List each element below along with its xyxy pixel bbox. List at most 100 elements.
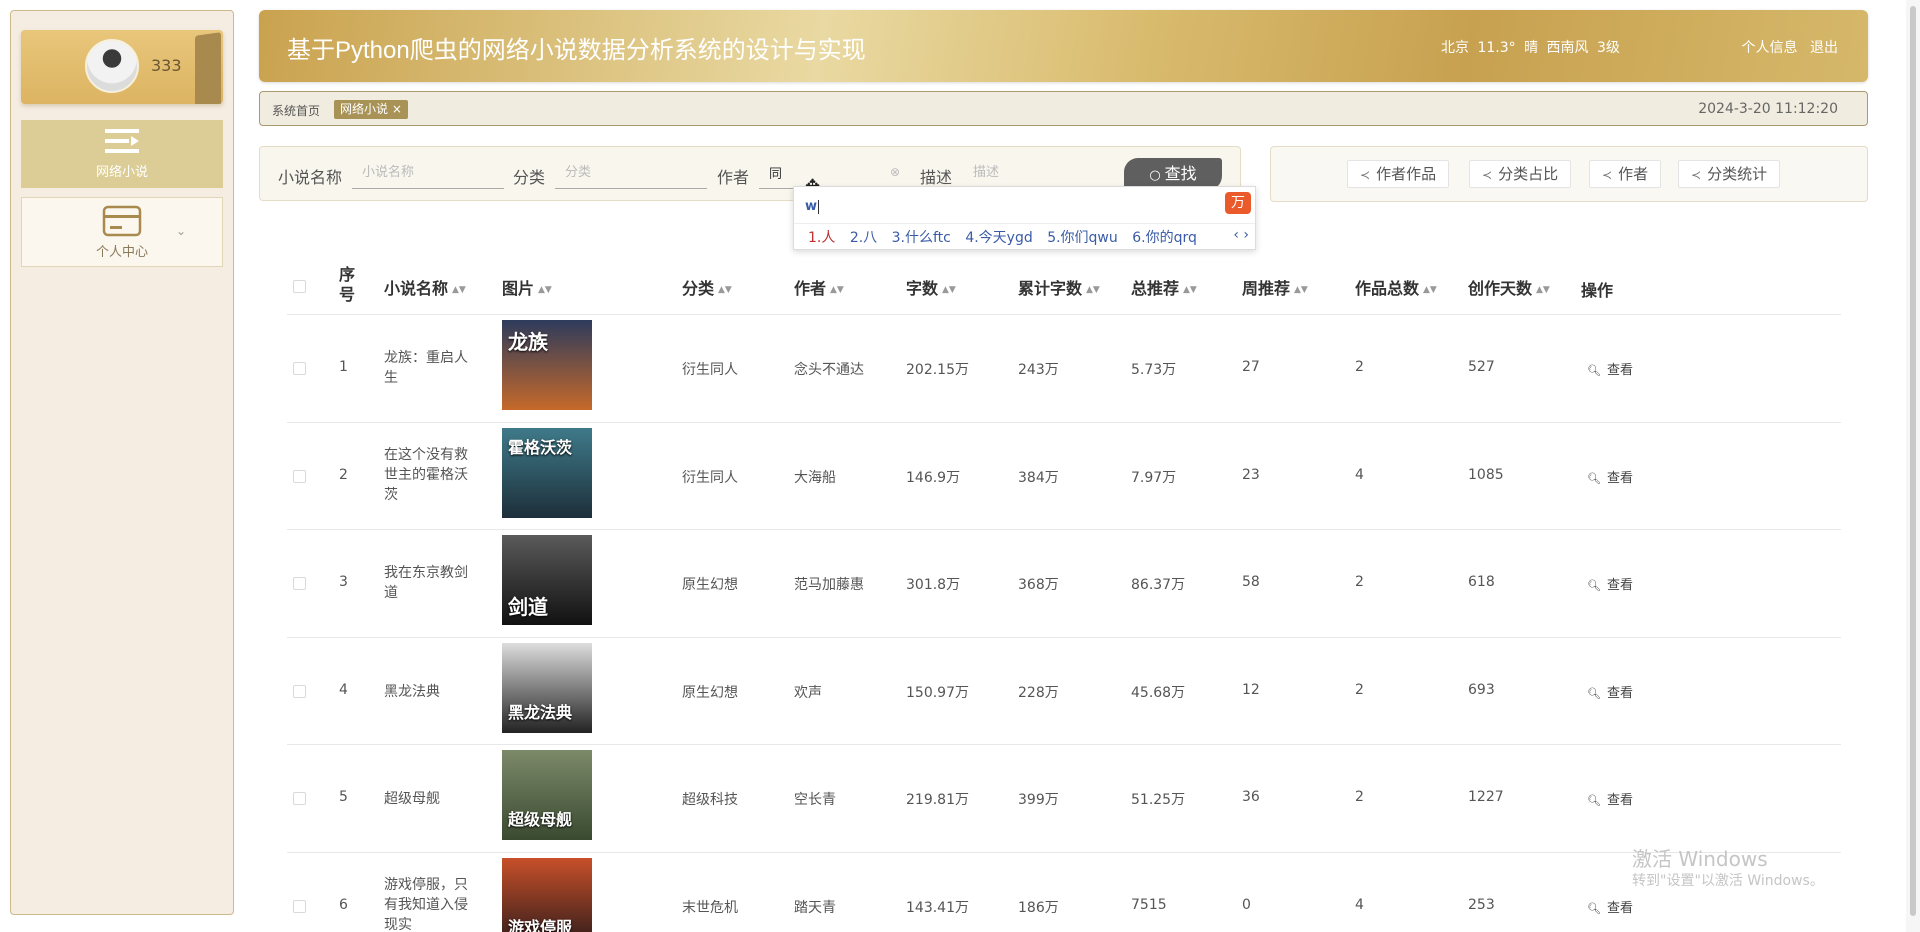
category-ratio-button[interactable]: ≺ 分类占比 (1469, 160, 1572, 188)
author-input[interactable] (759, 157, 907, 189)
view-button[interactable]: 🔍︎ 查看 (1587, 682, 1633, 701)
profile-link[interactable]: 个人信息 (1742, 40, 1798, 56)
row-checkbox[interactable] (293, 469, 306, 483)
novel-cover-image[interactable]: 游戏停服 (502, 857, 592, 932)
sort-icon[interactable]: ▲▼ (718, 285, 732, 295)
scrollbar[interactable] (1906, 0, 1920, 932)
ime-candidate[interactable]: 1.人 (808, 230, 835, 246)
breadcrumb: 系统首页 网络小说 × 2024-3-20 11:12:20 (259, 91, 1868, 126)
col-name[interactable]: 小说名称 ▲▼ (384, 275, 466, 299)
row-checkbox[interactable] (293, 899, 306, 913)
share-icon: ≺ (1360, 168, 1371, 182)
ime-page-arrows[interactable]: ‹ › (1233, 227, 1249, 243)
novel-cover-image[interactable]: 超级母舰 (502, 750, 592, 840)
name-input[interactable] (352, 157, 504, 189)
tab-novels[interactable]: 网络小说 × (334, 100, 408, 119)
search-icon: 🔍︎ (1587, 901, 1601, 915)
cover-title: 剑道 (508, 595, 548, 619)
sidebar-item-label: 网络小说 (95, 164, 148, 180)
sort-icon[interactable]: ▲▼ (1536, 285, 1550, 295)
col-label: 周推荐 (1242, 279, 1291, 298)
category-label: 分类 (513, 168, 546, 187)
sort-icon[interactable]: ▲▼ (452, 285, 466, 295)
share-icon: ≺ (1602, 168, 1613, 182)
chart-button-label: 作者 (1618, 165, 1649, 183)
tab-home[interactable]: 系统首页 (272, 102, 320, 119)
view-button[interactable]: 🔍︎ 查看 (1587, 359, 1633, 378)
user-card[interactable]: 333 (21, 30, 223, 104)
col-label: 小说名称 (384, 279, 449, 298)
ime-candidate[interactable]: 3.什么ftc (892, 230, 951, 246)
col-label: 作品总数 (1355, 279, 1420, 298)
sort-icon[interactable]: ▲▼ (830, 285, 844, 295)
ime-composition: w (805, 199, 818, 214)
view-button[interactable]: 🔍︎ 查看 (1587, 789, 1633, 808)
category-input[interactable] (555, 157, 707, 189)
chart-button-label: 作者作品 (1376, 165, 1437, 183)
sort-icon[interactable]: ▲▼ (538, 285, 552, 295)
col-author[interactable]: 作者 ▲▼ (794, 275, 844, 299)
col-category[interactable]: 分类 ▲▼ (682, 275, 732, 299)
row-checkbox[interactable] (293, 684, 306, 698)
col-words[interactable]: 字数 ▲▼ (906, 275, 956, 299)
sort-icon[interactable]: ▲▼ (1423, 285, 1437, 295)
cover-title: 霍格沃茨 (508, 437, 573, 457)
cell-works: 4 (1355, 466, 1364, 483)
col-label: 图片 (502, 279, 535, 298)
card-icon (102, 205, 142, 237)
category-stats-button[interactable]: ≺ 分类统计 (1678, 160, 1781, 188)
col-total-words[interactable]: 累计字数 ▲▼ (1018, 275, 1100, 299)
select-all-checkbox[interactable] (293, 280, 306, 293)
novel-cover-image[interactable]: 龙族 (502, 320, 592, 410)
avatar[interactable] (85, 39, 139, 93)
cell-category: 原生幻想 (682, 577, 738, 593)
cell-total-words: 368万 (1018, 577, 1059, 593)
table-body: 1 龙族：重启人生 龙族 衍生同人 念头不通达 202.15万 243万 5.73万 27 2 52… (287, 315, 1841, 932)
row-index: 1 (339, 359, 348, 375)
sort-icon[interactable]: ▲▼ (1183, 285, 1197, 295)
logout-link[interactable]: 退出 (1810, 40, 1838, 56)
cell-works: 2 (1355, 574, 1364, 590)
novel-cover-image[interactable]: 霍格沃茨 (502, 427, 592, 518)
sidebar-item-personal-center[interactable]: 个人中心 ⌄ (21, 197, 223, 267)
sort-icon[interactable]: ▲▼ (942, 285, 956, 295)
row-checkbox[interactable] (293, 362, 306, 375)
col-days[interactable]: 创作天数 ▲▼ (1468, 275, 1550, 299)
desc-input[interactable] (963, 157, 1115, 189)
novel-name: 在这个没有救世主的霍格沃茨 (384, 446, 468, 503)
scrollbar-thumb[interactable] (1910, 6, 1916, 916)
author-button[interactable]: ≺ 作者 (1589, 160, 1662, 188)
cell-category: 衍生同人 (682, 469, 738, 486)
col-total-rec[interactable]: 总推荐 ▲▼ (1131, 275, 1197, 299)
cell-words: 146.9万 (906, 469, 961, 486)
col-image[interactable]: 图片 ▲▼ (502, 275, 552, 299)
cell-works: 2 (1355, 681, 1364, 698)
ime-candidate[interactable]: 6.你的qrq (1132, 230, 1197, 246)
row-checkbox[interactable] (293, 792, 306, 805)
header-banner: 基于Python爬虫的网络小说数据分析系统的设计与实现 北京 11.3° 晴 西… (259, 10, 1868, 82)
sidebar-item-novels[interactable]: 网络小说 (21, 120, 223, 188)
sort-icon[interactable]: ▲▼ (1086, 285, 1100, 295)
cell-total-words: 399万 (1018, 792, 1059, 808)
sort-icon[interactable]: ▲▼ (1294, 285, 1308, 295)
novel-cover-image[interactable]: 黑龙法典 (502, 642, 592, 733)
ime-logo-icon[interactable]: 万 (1225, 192, 1251, 214)
row-checkbox[interactable] (293, 577, 306, 590)
col-week-rec[interactable]: 周推荐 ▲▼ (1242, 275, 1308, 299)
clear-icon[interactable]: ⊗ (890, 165, 900, 179)
view-button[interactable]: 🔍︎ 查看 (1587, 897, 1633, 916)
ime-candidate[interactable]: 2.八 (850, 230, 877, 246)
view-button[interactable]: 🔍︎ 查看 (1587, 467, 1633, 486)
novel-cover-image[interactable]: 剑道 (502, 535, 592, 625)
ime-candidate[interactable]: 4.今天ygd (965, 230, 1032, 246)
author-works-button[interactable]: ≺ 作者作品 (1347, 160, 1450, 188)
chart-button-label: 分类占比 (1498, 165, 1559, 183)
novel-table: 序号 小说名称 ▲▼ 图片 ▲▼ 分类 ▲▼ 作者 ▲▼ 字数 ▲▼ 累计字数 ▲▼ 总推荐… (287, 255, 1841, 932)
col-works[interactable]: 作品总数 ▲▼ (1355, 275, 1437, 299)
cell-category: 超级科技 (682, 792, 738, 808)
cell-total-words: 186万 (1018, 899, 1059, 916)
chevron-down-icon[interactable]: ⌄ (176, 224, 186, 238)
cell-days: 253 (1468, 896, 1495, 913)
view-button[interactable]: 🔍︎ 查看 (1587, 574, 1633, 593)
ime-candidate[interactable]: 5.你们qwu (1047, 230, 1118, 246)
